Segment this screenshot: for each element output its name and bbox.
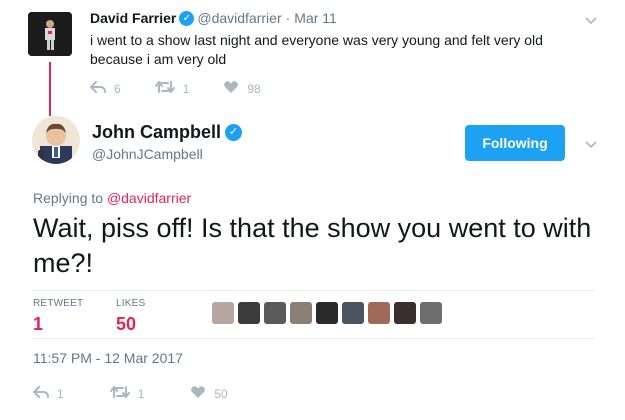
parent-action-bar: 6 1 98 bbox=[89, 80, 295, 97]
liker-avatar[interactable] bbox=[316, 302, 338, 324]
parent-author-handle[interactable]: @davidfarrier bbox=[197, 10, 281, 26]
thread-connector-line bbox=[49, 62, 51, 116]
reply-icon bbox=[32, 385, 49, 402]
retweet-stat[interactable]: RETWEET 1 bbox=[33, 298, 83, 335]
liker-avatar[interactable] bbox=[212, 302, 234, 324]
separator-dot: · bbox=[285, 10, 291, 26]
following-button[interactable]: Following bbox=[465, 125, 565, 161]
retweet-icon bbox=[109, 385, 130, 402]
retweet-icon bbox=[154, 80, 175, 97]
retweet-count: 1 bbox=[137, 386, 145, 401]
liker-avatar[interactable] bbox=[394, 302, 416, 324]
tweet-timestamp[interactable]: 11:57 PM - 12 Mar 2017 bbox=[33, 350, 183, 366]
liker-avatar[interactable] bbox=[264, 302, 286, 324]
reply-count: 1 bbox=[57, 386, 64, 401]
main-tweet-text: Wait, piss off! Is that the show you wen… bbox=[33, 213, 592, 278]
main-author-name-row: John Campbell ✓ bbox=[92, 122, 245, 143]
main-author-name[interactable]: John Campbell bbox=[92, 122, 221, 143]
parent-avatar[interactable] bbox=[28, 12, 72, 56]
parent-author-name[interactable]: David Farrier bbox=[90, 10, 176, 26]
like-button[interactable]: 50 bbox=[190, 385, 228, 402]
heart-icon bbox=[190, 385, 206, 402]
replying-to-prefix: Replying to bbox=[33, 190, 104, 206]
main-author-handle[interactable]: @JohnJCampbell bbox=[92, 146, 203, 162]
like-count: 98 bbox=[247, 81, 261, 96]
like-count: 50 bbox=[214, 386, 228, 401]
retweet-stat-label: RETWEET bbox=[33, 298, 84, 309]
reply-icon bbox=[89, 80, 106, 97]
retweet-button[interactable]: 1 bbox=[109, 385, 145, 402]
liker-avatar[interactable] bbox=[342, 302, 364, 324]
reply-count: 6 bbox=[114, 81, 121, 96]
liker-avatar[interactable] bbox=[368, 302, 390, 324]
retweet-count: 1 bbox=[182, 81, 190, 96]
chevron-down-icon[interactable] bbox=[584, 138, 598, 152]
liker-avatar[interactable] bbox=[238, 302, 260, 324]
replying-to-handle-link[interactable]: @davidfarrier bbox=[107, 190, 191, 206]
main-avatar[interactable] bbox=[32, 116, 80, 164]
stats-bottom-divider bbox=[33, 338, 595, 339]
liker-avatars bbox=[212, 302, 446, 324]
parent-tweet-text: i went to a show last night and everyone… bbox=[90, 32, 543, 67]
parent-date[interactable]: Mar 11 bbox=[294, 10, 337, 26]
retweet-stat-value: 1 bbox=[33, 314, 44, 334]
chevron-down-icon[interactable] bbox=[584, 14, 598, 28]
stats-top-divider bbox=[33, 290, 595, 291]
reply-button[interactable]: 6 bbox=[89, 80, 121, 97]
main-action-bar: 1 1 50 bbox=[32, 385, 274, 402]
liker-avatar[interactable] bbox=[290, 302, 312, 324]
likes-stat[interactable]: LIKES 50 bbox=[116, 298, 145, 335]
verified-badge-icon: ✓ bbox=[179, 10, 195, 26]
liker-avatar[interactable] bbox=[420, 302, 442, 324]
heart-icon bbox=[223, 80, 239, 97]
retweet-button[interactable]: 1 bbox=[154, 80, 190, 97]
likes-stat-value: 50 bbox=[116, 314, 137, 334]
reply-button[interactable]: 1 bbox=[32, 385, 64, 402]
likes-stat-label: LIKES bbox=[116, 298, 146, 309]
verified-badge-icon: ✓ bbox=[225, 124, 243, 141]
parent-header: David Farrier ✓ @davidfarrier · Mar 11 bbox=[90, 10, 337, 26]
like-button[interactable]: 98 bbox=[223, 80, 261, 97]
replying-to-line: Replying to @davidfarrier bbox=[33, 190, 191, 206]
